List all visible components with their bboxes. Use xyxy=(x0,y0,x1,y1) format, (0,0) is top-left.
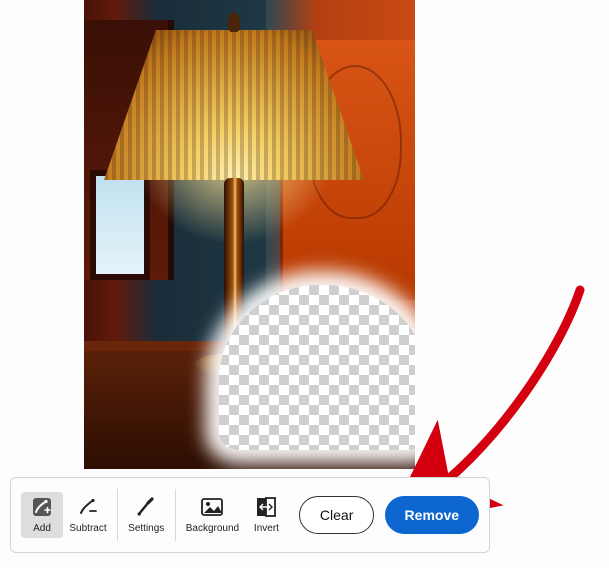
remove-button[interactable]: Remove xyxy=(385,496,479,534)
add-tool[interactable]: Add xyxy=(21,492,63,538)
clear-button-label: Clear xyxy=(320,507,353,523)
clear-button[interactable]: Clear xyxy=(299,496,374,534)
lamp-finial xyxy=(228,12,240,32)
background-tool-label: Background xyxy=(186,523,239,534)
annotation-arrow xyxy=(410,280,600,510)
invert-tool[interactable]: Invert xyxy=(245,494,287,536)
settings-tool[interactable]: Settings xyxy=(125,494,167,536)
toolbar: Add Subtract Settings xyxy=(10,477,490,553)
background-tool[interactable]: Background xyxy=(183,494,241,536)
background-icon xyxy=(201,496,223,518)
subtract-tool[interactable]: Subtract xyxy=(67,494,109,536)
settings-tool-label: Settings xyxy=(128,523,164,534)
invert-tool-label: Invert xyxy=(254,523,279,534)
add-tool-label: Add xyxy=(33,523,51,534)
invert-icon xyxy=(255,496,277,518)
subtract-brush-icon xyxy=(77,496,99,518)
image-canvas[interactable] xyxy=(84,0,415,469)
add-brush-icon xyxy=(31,496,53,518)
remove-button-label: Remove xyxy=(405,507,459,523)
brush-settings-icon xyxy=(135,496,157,518)
subtract-tool-label: Subtract xyxy=(69,523,106,534)
